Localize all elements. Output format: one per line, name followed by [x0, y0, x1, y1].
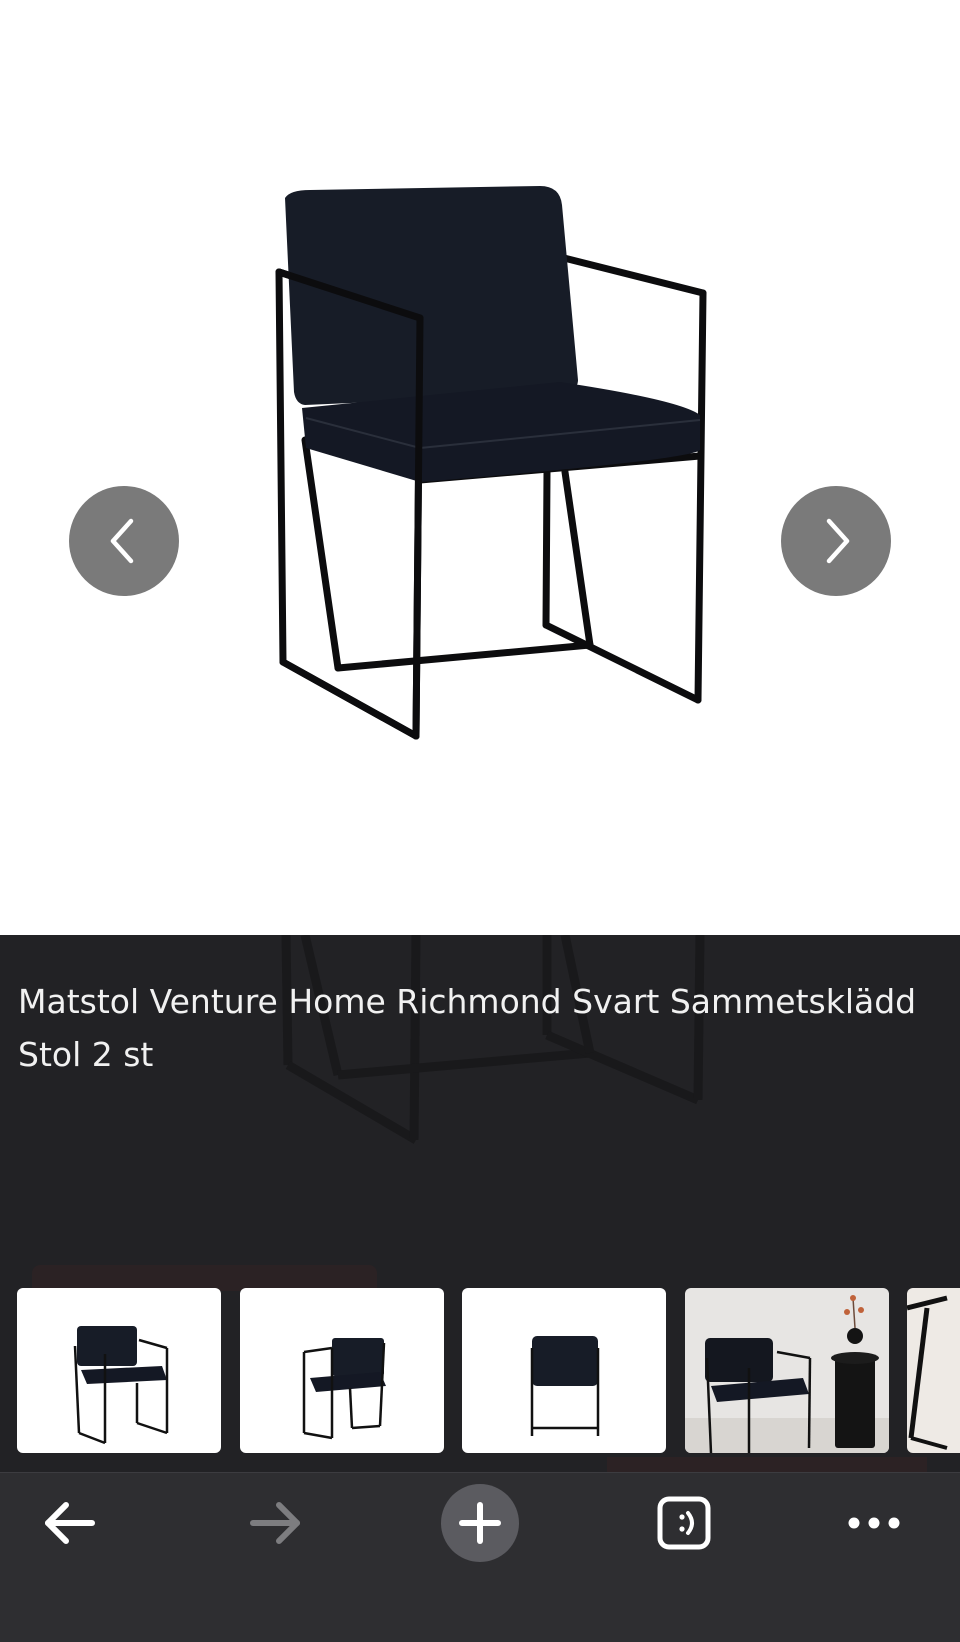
more-icon	[848, 1517, 900, 1529]
more-menu-button[interactable]	[824, 1473, 924, 1573]
chevron-left-icon	[110, 518, 134, 564]
product-main-image[interactable]	[0, 0, 960, 935]
tab-switcher-button[interactable]	[634, 1473, 734, 1573]
chair-image	[275, 186, 707, 740]
back-button[interactable]	[20, 1473, 120, 1573]
tab-switcher-icon	[657, 1496, 711, 1550]
thumbnail-2[interactable]	[240, 1288, 444, 1453]
new-tab-icon	[441, 1484, 519, 1562]
thumbnail-5[interactable]	[907, 1288, 960, 1453]
back-icon	[45, 1502, 95, 1544]
thumbnail-1[interactable]	[17, 1288, 221, 1453]
browser-toolbar	[0, 1472, 960, 1642]
new-tab-button[interactable]	[430, 1473, 530, 1573]
forward-icon	[250, 1502, 300, 1544]
chevron-right-icon	[826, 518, 850, 564]
background-button-ghost	[607, 1457, 927, 1472]
product-title: Matstol Venture Home Richmond Svart Samm…	[18, 982, 917, 1074]
thumbnail-4[interactable]	[685, 1288, 889, 1453]
next-image-button[interactable]	[781, 486, 891, 596]
thumbnail-strip	[0, 1288, 960, 1453]
previous-image-button[interactable]	[69, 486, 179, 596]
forward-button[interactable]	[225, 1473, 325, 1573]
thumbnail-3[interactable]	[462, 1288, 666, 1453]
